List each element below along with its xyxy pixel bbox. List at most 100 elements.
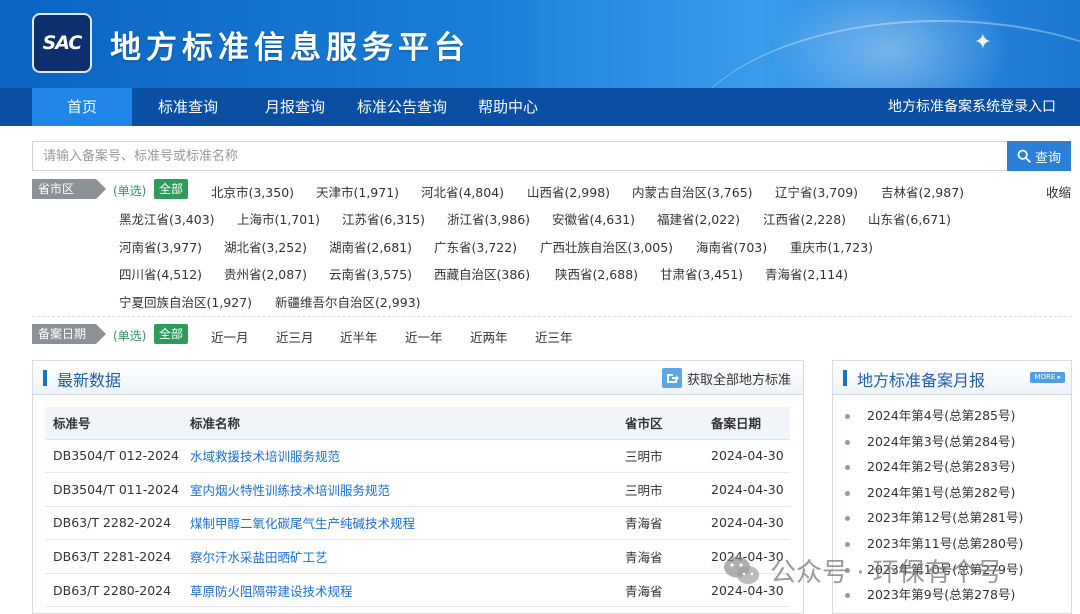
region-option[interactable]: 宁夏回族自治区(1,927) (119, 292, 252, 311)
get-all-standards-label: 获取全部地方标准 (686, 372, 791, 388)
monthly-report-header: 地方标准备案月报 MORE ▸ (833, 361, 1071, 395)
region-option[interactable]: 辽宁省(3,709) (775, 182, 858, 201)
filter-divider (32, 316, 1072, 317)
col-region: 省市区 (617, 407, 703, 440)
region: 三明市 (617, 439, 703, 474)
date-option[interactable]: 近三年 (535, 327, 573, 346)
filing-date: 2024-04-30 (703, 506, 790, 541)
nav-home[interactable]: 首页 (32, 88, 132, 126)
wechat-icon (724, 556, 759, 584)
table-row: DB63/T 2282-2024 煤制甲醇二氧化碳尾气生产纯碱技术规程 青海省 … (45, 506, 790, 541)
region-option[interactable]: 上海市(1,701) (237, 209, 320, 228)
filing-date: 2024-04-30 (703, 472, 790, 507)
standard-no: DB63/T 2280-2024 (45, 573, 182, 608)
region-single-select-hint: (单选) (113, 184, 147, 198)
region-option[interactable]: 甘肃省(3,451) (660, 264, 743, 283)
region-option[interactable]: 江苏省(6,315) (342, 209, 425, 228)
latest-data-header: 最新数据 获取全部地方标准 (33, 361, 803, 395)
nav-standard-search[interactable]: 标准查询 (148, 88, 228, 126)
region-option[interactable]: 山西省(2,998) (527, 182, 610, 201)
standard-no: DB3504/T 012-2024 (45, 439, 182, 474)
date-single-select-hint: (单选) (113, 329, 147, 343)
region-option[interactable]: 广西壮族自治区(3,005) (540, 237, 673, 256)
date-all-option[interactable]: 全部 (154, 324, 189, 344)
standard-no: DB63/T 2282-2024 (45, 506, 182, 541)
region-option[interactable]: 青海省(2,114) (765, 264, 848, 283)
standard-no: DB63/T 2281-2024 (45, 539, 182, 574)
list-item[interactable]: 2023年第12号(总第281号) (843, 505, 1023, 531)
region-option[interactable]: 新疆维吾尔自治区(2,993) (275, 292, 421, 311)
table-row: DB63/T 2281-2024 察尔汗水采盐田晒矿工艺 青海省 2024-04… (45, 539, 790, 574)
region-option[interactable]: 海南省(703) (696, 237, 767, 256)
nav-help-center[interactable]: 帮助中心 (470, 88, 546, 126)
search-button-label: 查询 (1034, 149, 1061, 165)
region-option[interactable]: 天津市(1,971) (316, 182, 399, 201)
region: 三明市 (617, 472, 703, 507)
table-header-row: 标准号 标准名称 省市区 备案日期 (45, 407, 790, 440)
date-option[interactable]: 近两年 (470, 327, 508, 346)
latest-data-panel: 最新数据 获取全部地方标准 标准号 标准名称 省市区 备案日期 DB3504/T… (32, 360, 804, 614)
search-icon (1017, 149, 1031, 163)
date-filter-label: 备案日期 (32, 324, 106, 344)
standard-name-link[interactable]: 察尔汗水采盐田晒矿工艺 (182, 539, 617, 574)
nav-monthly-search[interactable]: 月报查询 (255, 88, 335, 126)
export-icon (661, 368, 682, 388)
region-option[interactable]: 湖北省(3,252) (224, 237, 307, 256)
date-option[interactable]: 近三月 (276, 327, 314, 346)
date-option[interactable]: 近半年 (340, 327, 378, 346)
list-item[interactable]: 2024年第1号(总第282号) (843, 480, 1023, 506)
region-option[interactable]: 北京市(3,350) (211, 182, 294, 201)
region-option[interactable]: 内蒙古自治区(3,765) (632, 182, 753, 201)
region-option[interactable]: 云南省(3,575) (329, 264, 412, 283)
site-title: 地方标准信息服务平台 (110, 30, 470, 66)
region-filter-label: 省市区 (32, 179, 106, 199)
search-input[interactable] (32, 141, 1007, 171)
table-row: DB63/T 2280-2024 草原防火阻隔带建设技术规程 青海省 2024-… (45, 573, 790, 608)
standard-name-link[interactable]: 草原防火阻隔带建设技术规程 (182, 573, 617, 608)
monthly-report-title: 地方标准备案月报 (857, 371, 986, 390)
list-item[interactable]: 2024年第3号(总第284号) (843, 429, 1023, 455)
standard-name-link[interactable]: 煤制甲醇二氧化碳尾气生产纯碱技术规程 (182, 506, 617, 541)
region-option[interactable]: 江西省(2,228) (763, 209, 846, 228)
list-item[interactable]: 2024年第4号(总第285号) (843, 403, 1023, 429)
region-option[interactable]: 福建省(2,022) (657, 209, 740, 228)
more-button[interactable]: MORE ▸ (1030, 372, 1065, 383)
region-option[interactable]: 河南省(3,977) (119, 237, 202, 256)
region-option[interactable]: 山东省(6,671) (868, 209, 951, 228)
table-row: DB3504/T 012-2024 水域救援技术培训服务规范 三明市 2024-… (45, 439, 790, 474)
region-option[interactable]: 贵州省(2,087) (224, 264, 307, 283)
sac-logo[interactable]: SAC (32, 13, 92, 73)
region-option[interactable]: 重庆市(1,723) (790, 237, 873, 256)
main-nav: 首页 标准查询 月报查询 标准公告查询 帮助中心 地方标准备案系统登录入口 (0, 88, 1080, 126)
filing-system-login-link[interactable]: 地方标准备案系统登录入口 (888, 88, 1056, 126)
region-option[interactable]: 湖南省(2,681) (329, 237, 412, 256)
region-option[interactable]: 吉林省(2,987) (881, 182, 964, 201)
latest-data-title: 最新数据 (57, 371, 122, 390)
list-item[interactable]: 2024年第2号(总第283号) (843, 454, 1023, 480)
standard-name-link[interactable]: 水域救援技术培训服务规范 (182, 439, 617, 474)
logo-text: SAC (42, 32, 83, 54)
region-option[interactable]: 广东省(3,722) (434, 237, 517, 256)
region-option[interactable]: 安徽省(4,631) (552, 209, 635, 228)
title-accent-bar (843, 370, 847, 386)
region: 青海省 (617, 506, 703, 541)
banner-arc (680, 20, 1080, 88)
region: 青海省 (617, 539, 703, 574)
latest-standards-table: 标准号 标准名称 省市区 备案日期 DB3504/T 012-2024 水域救援… (45, 407, 790, 608)
region-option[interactable]: 浙江省(3,986) (447, 209, 530, 228)
nav-announcement-search[interactable]: 标准公告查询 (350, 88, 454, 126)
region-option[interactable]: 河北省(4,804) (421, 182, 504, 201)
standard-name-link[interactable]: 室内烟火特性训练技术培训服务规范 (182, 472, 617, 507)
date-option[interactable]: 近一月 (211, 327, 249, 346)
region-option[interactable]: 西藏自治区(386) (434, 264, 530, 283)
region-option[interactable]: 陕西省(2,688) (555, 264, 638, 283)
region-all-option[interactable]: 全部 (154, 179, 189, 199)
col-standard-no: 标准号 (45, 407, 182, 440)
collapse-regions-button[interactable]: 收缩 (1046, 182, 1071, 201)
date-option[interactable]: 近一年 (405, 327, 443, 346)
get-all-standards-link[interactable]: 获取全部地方标准 (661, 368, 791, 388)
region-option[interactable]: 四川省(4,512) (119, 264, 202, 283)
region-option[interactable]: 黑龙江省(3,403) (119, 209, 215, 228)
table-row: DB3504/T 011-2024 室内烟火特性训练技术培训服务规范 三明市 2… (45, 472, 790, 507)
search-button[interactable]: 查询 (1007, 141, 1071, 171)
